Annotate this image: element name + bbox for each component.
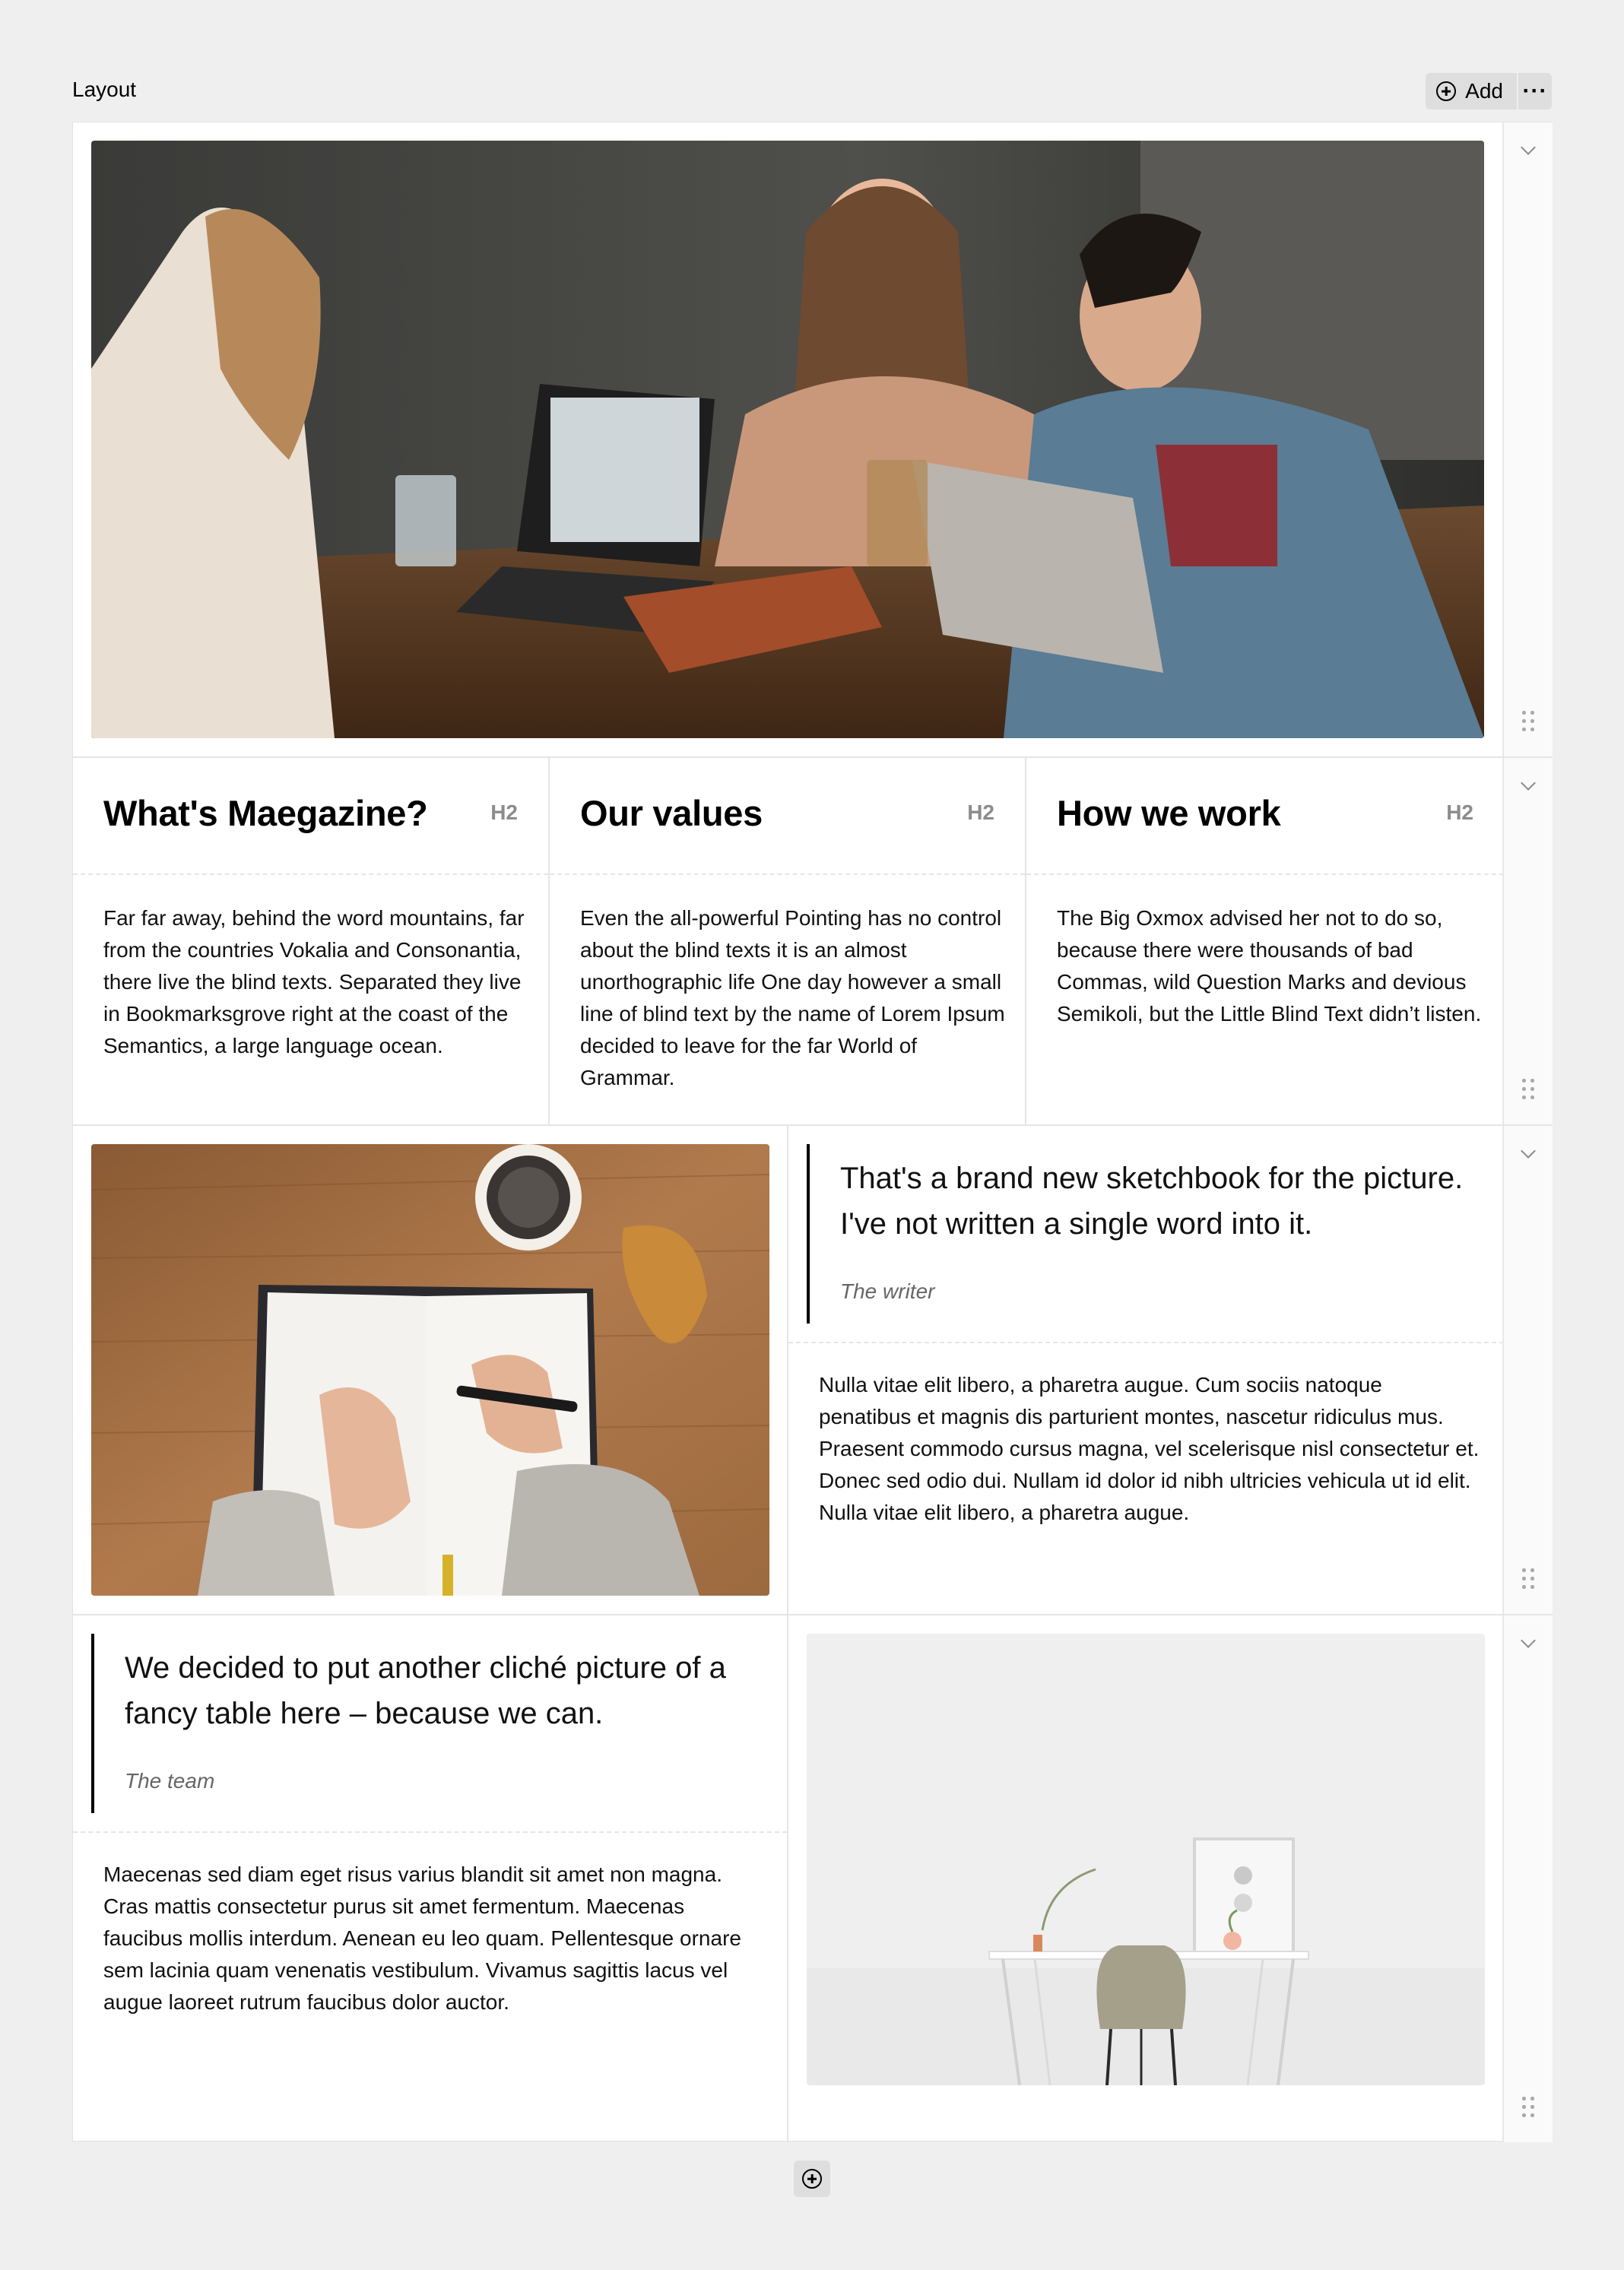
blockquote[interactable]: That's a brand new sketchbook for the pi…	[807, 1144, 1489, 1324]
quote-citation: The team	[125, 1769, 215, 1793]
heading-level-badge: H2	[490, 801, 518, 824]
add-row-button[interactable]	[794, 2161, 830, 2197]
add-button-label: Add	[1465, 79, 1503, 103]
paragraph-text: Even the all-powerful Pointing has no co…	[580, 906, 1005, 1089]
quote-text: That's a brand new sketchbook for the pi…	[840, 1162, 1464, 1241]
plus-circle-icon	[1436, 81, 1457, 101]
layout-header: Layout Add ···	[72, 73, 1552, 109]
heading-text: What's Maegazine?	[103, 793, 428, 833]
chevron-down-icon[interactable]	[1521, 775, 1536, 791]
layout-row-image-quote: That's a brand new sketchbook for the pi…	[73, 1126, 1553, 1615]
divider	[73, 1831, 787, 1833]
header-actions: Add ···	[1426, 73, 1552, 109]
ellipsis-icon: ···	[1522, 78, 1548, 103]
image-column	[73, 1126, 788, 1614]
drag-handle-icon[interactable]	[1522, 1079, 1534, 1099]
heading-block[interactable]: Our values H2	[550, 758, 1025, 875]
heading-block[interactable]: How we work H2	[1026, 758, 1504, 875]
quote-column: That's a brand new sketchbook for the pi…	[788, 1126, 1504, 1614]
chevron-down-icon[interactable]	[1521, 1633, 1536, 1648]
drag-handle-icon[interactable]	[1522, 711, 1534, 731]
heading-block[interactable]: What's Maegazine? H2	[73, 758, 548, 875]
sketchbook-image	[91, 1144, 769, 1596]
heading-level-badge: H2	[967, 801, 994, 824]
desk-image	[807, 1634, 1485, 2085]
add-button[interactable]: Add	[1426, 73, 1517, 109]
quote-text: We decided to put another cliché picture…	[125, 1651, 726, 1730]
divider	[788, 1342, 1504, 1343]
heading-text: Our values	[580, 793, 763, 833]
column-3: How we work H2 The Big Oxmox advised her…	[1026, 758, 1504, 1124]
quote-citation: The writer	[840, 1279, 935, 1303]
paragraph-text: Nulla vitae elit libero, a pharetra augu…	[819, 1373, 1480, 1524]
row-controls	[1502, 1615, 1553, 2142]
chevron-down-icon[interactable]	[1521, 1143, 1536, 1159]
layout-row-columns: What's Maegazine? H2 Far far away, behin…	[73, 758, 1553, 1126]
paragraph-text: Maecenas sed diam eget risus varius blan…	[103, 1863, 741, 2014]
paragraph-text: The Big Oxmox advised her not to do so, …	[1057, 906, 1482, 1026]
paragraph-text: Far far away, behind the word mountains,…	[103, 906, 525, 1057]
layout-row-quote-image: We decided to put another cliché picture…	[73, 1615, 1553, 2142]
row-controls	[1502, 758, 1553, 1124]
layout-row-hero	[73, 122, 1553, 758]
blockquote[interactable]: We decided to put another cliché picture…	[91, 1634, 773, 1813]
heading-text: How we work	[1057, 793, 1281, 833]
plus-circle-icon	[802, 2169, 822, 2189]
quote-column: We decided to put another cliché picture…	[73, 1615, 788, 2142]
hero-image	[91, 141, 1484, 738]
layout-container: What's Maegazine? H2 Far far away, behin…	[72, 122, 1553, 2142]
drag-handle-icon[interactable]	[1522, 2097, 1534, 2117]
chevron-down-icon[interactable]	[1521, 140, 1536, 155]
drag-handle-icon[interactable]	[1522, 1568, 1534, 1589]
more-options-button[interactable]: ···	[1517, 73, 1552, 109]
image-column	[788, 1615, 1504, 2142]
layout-title: Layout	[72, 78, 137, 101]
heading-level-badge: H2	[1446, 801, 1473, 824]
column-2: Our values H2 Even the all-powerful Poin…	[550, 758, 1026, 1124]
column-1: What's Maegazine? H2 Far far away, behin…	[73, 758, 550, 1124]
row-controls	[1502, 122, 1553, 756]
row-controls	[1502, 1126, 1553, 1614]
